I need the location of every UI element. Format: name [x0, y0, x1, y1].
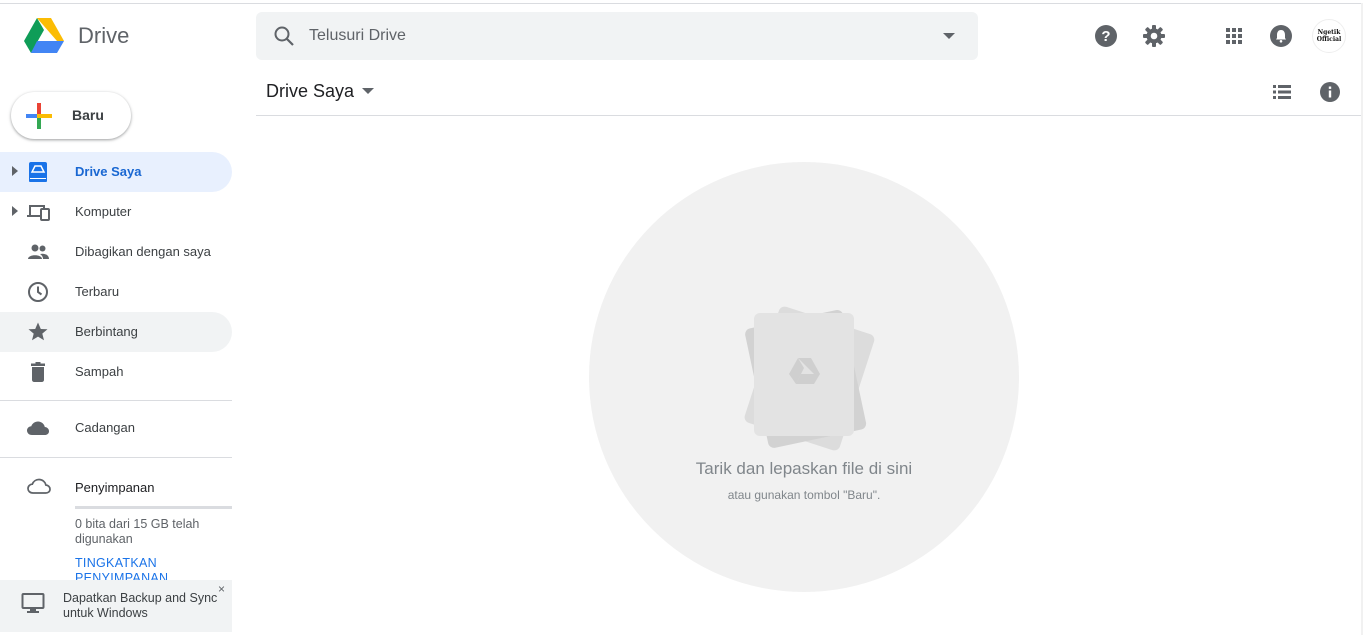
star-icon — [28, 322, 48, 341]
upgrade-storage-link[interactable]: TINGKATKAN PENYIMPANAN — [75, 556, 215, 580]
sidebar-item-label: Terbaru — [75, 284, 120, 299]
sidebar-divider — [0, 400, 232, 401]
empty-state-title: Tarik dan lepaskan file di sini — [695, 459, 913, 478]
computers-icon — [27, 205, 50, 221]
search-bar[interactable] — [256, 12, 978, 60]
trash-icon — [31, 362, 45, 382]
settings-icon[interactable] — [1142, 24, 1166, 48]
svg-text:?: ? — [1101, 28, 1110, 45]
avatar-label: Ngetik Official — [1316, 29, 1342, 43]
recent-icon — [28, 282, 48, 302]
desktop-icon — [21, 593, 45, 613]
top-border — [0, 3, 1363, 4]
sidebar-item-my-drive[interactable]: Drive Saya — [0, 152, 232, 192]
search-icon[interactable] — [272, 24, 296, 48]
sidebar-item-label: Dibagikan dengan saya — [75, 244, 211, 259]
drive-logo[interactable]: Drive — [24, 18, 129, 54]
new-button-label: Baru — [72, 107, 104, 123]
empty-files-illustration — [744, 306, 875, 451]
storage-usage-bar — [75, 506, 232, 509]
search-input[interactable] — [309, 24, 909, 48]
expand-arrow-icon[interactable] — [12, 206, 18, 216]
sidebar-nav: Drive Saya Komputer Dibagikan dengan say… — [0, 152, 232, 392]
sidebar-item-computers[interactable]: Komputer — [0, 192, 232, 232]
app-name: Drive — [78, 23, 130, 48]
expand-arrow-icon[interactable] — [12, 166, 18, 176]
sidebar-item-starred[interactable]: Berbintang — [0, 312, 232, 352]
main-header-divider — [256, 115, 1363, 116]
sidebar-item-label: Komputer — [75, 204, 132, 219]
sidebar-backup-section: Cadangan — [0, 408, 232, 448]
storage-label[interactable]: Penyimpanan — [75, 480, 155, 495]
list-view-icon[interactable] — [1272, 82, 1292, 102]
sidebar-divider — [0, 457, 232, 458]
sidebar-item-backups[interactable]: Cadangan — [0, 408, 232, 448]
sidebar-item-shared[interactable]: Dibagikan dengan saya — [0, 232, 232, 272]
storage-usage-text: 0 bita dari 15 GB telah digunakan — [75, 517, 200, 546]
breadcrumb[interactable]: Drive Saya — [266, 81, 375, 102]
search-options-icon[interactable] — [942, 32, 956, 40]
cloud-icon — [27, 421, 49, 435]
storage-cloud-icon — [27, 478, 51, 494]
backup-sync-promo[interactable]: Dapatkan Backup and Sync untuk Windows × — [0, 580, 232, 632]
sidebar-item-label: Sampah — [75, 364, 124, 379]
page-title: Drive Saya — [266, 81, 355, 101]
notifications-icon[interactable] — [1269, 24, 1293, 48]
drive-logo-icon — [24, 18, 64, 53]
sidebar-item-label: Berbintang — [75, 324, 138, 339]
close-icon[interactable]: × — [218, 583, 225, 595]
promo-text: Dapatkan Backup and Sync untuk Windows — [63, 591, 218, 620]
sidebar-item-trash[interactable]: Sampah — [0, 352, 232, 392]
sidebar-item-label: Cadangan — [75, 420, 135, 435]
chevron-down-icon[interactable] — [362, 88, 375, 95]
sidebar-item-label: Drive Saya — [75, 164, 142, 179]
my-drive-icon — [29, 162, 47, 182]
info-icon[interactable] — [1319, 81, 1341, 103]
help-icon[interactable]: ? — [1094, 24, 1118, 48]
account-avatar[interactable]: Ngetik Official — [1312, 19, 1346, 53]
plus-icon — [26, 103, 52, 129]
apps-grid-icon[interactable] — [1222, 24, 1246, 48]
shared-icon — [28, 244, 49, 259]
sidebar-item-recent[interactable]: Terbaru — [0, 272, 232, 312]
empty-state-subtitle: atau gunakan tombol "Baru". — [727, 488, 881, 502]
new-button[interactable]: Baru — [11, 92, 131, 139]
